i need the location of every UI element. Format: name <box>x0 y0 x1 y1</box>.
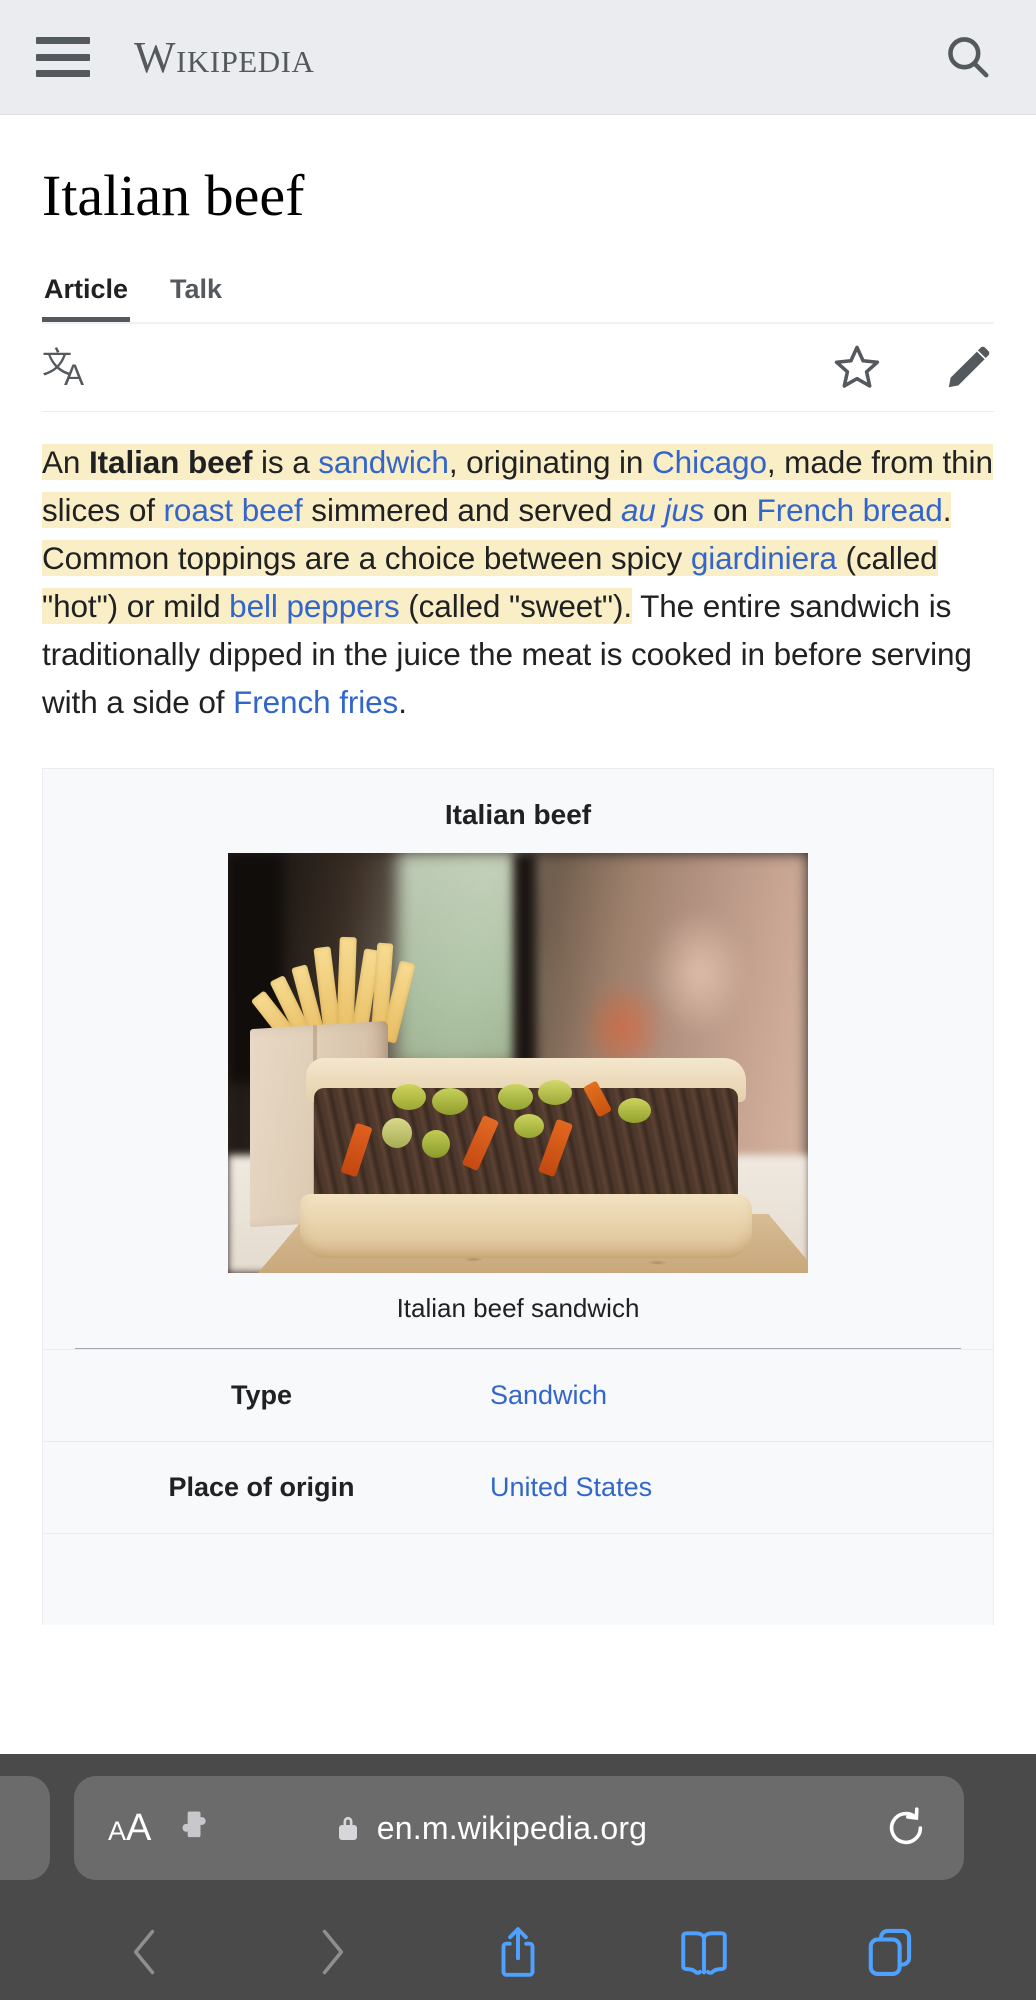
lead-text: (called "sweet"). <box>399 587 632 624</box>
link-french-fries[interactable]: French fries <box>233 684 398 720</box>
hamburger-bar <box>36 37 90 44</box>
photo-bun-bottom <box>300 1193 752 1258</box>
text-size-small-a: A <box>108 1815 127 1846</box>
lead-text: . <box>398 683 407 720</box>
lead-text: is a <box>252 443 319 480</box>
infobox-image-wrap <box>43 852 993 1273</box>
hamburger-bar <box>36 53 90 61</box>
safari-tab-strip: AA en.m.wikipedia.org <box>0 1754 1036 1904</box>
extensions-puzzle-icon[interactable] <box>173 1806 217 1850</box>
tab-article[interactable]: Article <box>42 274 130 322</box>
infobox-value-link[interactable]: United States <box>480 1450 993 1525</box>
svg-text:A: A <box>64 359 84 391</box>
article-content: Italian beef Article Talk 文 A An Italian… <box>0 163 1036 1625</box>
photo-giardiniera <box>382 1117 412 1148</box>
hamburger-bar <box>36 70 90 77</box>
text-size-big-a: A <box>126 1806 152 1849</box>
reload-icon[interactable] <box>882 1804 930 1852</box>
lead-bold-term: Italian beef <box>88 443 253 480</box>
lock-icon <box>338 1816 357 1840</box>
safari-bottom-chrome: AA en.m.wikipedia.org <box>0 1754 1036 2000</box>
url-text: en.m.wikipedia.org <box>376 1809 648 1846</box>
infobox-row-truncated <box>43 1532 993 1625</box>
photo-giardiniera <box>422 1129 450 1158</box>
photo-giardiniera <box>498 1083 533 1110</box>
search-icon[interactable] <box>936 25 1000 89</box>
back-button[interactable] <box>52 1924 238 1980</box>
edit-pencil-icon[interactable] <box>944 342 994 392</box>
photo-bg-pillar <box>514 852 536 1068</box>
lead-text: on <box>704 491 757 528</box>
watch-star-icon[interactable] <box>832 342 882 392</box>
safari-adjacent-tab[interactable] <box>0 1776 50 1880</box>
page-title: Italian beef <box>42 163 305 228</box>
tabs-button[interactable] <box>798 1924 984 1980</box>
article-actionbar: 文 A <box>42 324 994 412</box>
link-french-bread[interactable]: French bread <box>757 492 943 528</box>
photo-giardiniera <box>514 1113 544 1138</box>
language-icon[interactable]: 文 A <box>42 343 98 391</box>
link-chicago[interactable]: Chicago <box>652 444 767 480</box>
link-roast-beef[interactable]: roast beef <box>164 492 303 528</box>
lead-text: , originating in <box>448 443 652 480</box>
tab-talk[interactable]: Talk <box>168 274 224 322</box>
infobox-row-type: Type Sandwich <box>43 1348 993 1441</box>
infobox-title: Italian beef <box>444 798 592 830</box>
photo-giardiniera <box>432 1087 468 1115</box>
lead-paragraph: An Italian beef is a sandwich, originati… <box>42 438 994 726</box>
link-au-jus[interactable]: au jus <box>621 492 705 528</box>
wikipedia-header: Wikipedia <box>0 0 1036 115</box>
photo-giardiniera <box>538 1079 572 1105</box>
lead-text: simmered and served <box>302 491 621 528</box>
hamburger-menu-icon[interactable] <box>36 37 90 77</box>
wikipedia-wordmark[interactable]: Wikipedia <box>134 32 314 83</box>
link-bell-peppers[interactable]: bell peppers <box>229 588 400 624</box>
safari-navbar <box>0 1904 1036 2000</box>
safari-url-bar[interactable]: AA en.m.wikipedia.org <box>74 1776 964 1880</box>
photo-sandwich <box>300 1057 752 1258</box>
link-sandwich[interactable]: sandwich <box>318 444 449 480</box>
infobox-caption: Italian beef sandwich <box>396 1292 640 1323</box>
infobox-key: Type <box>230 1379 292 1410</box>
infobox-key: Place of origin <box>168 1471 355 1502</box>
text-size-button[interactable]: AA <box>108 1807 151 1850</box>
url-display[interactable]: en.m.wikipedia.org <box>335 1810 647 1847</box>
article-tabbar: Article Talk <box>42 274 994 324</box>
mobile-browser-viewport: Wikipedia Italian beef Article Talk 文 A <box>0 0 1036 2000</box>
infobox: Italian beef Italian beef sandwich Type … <box>42 767 994 1625</box>
bookmarks-button[interactable] <box>611 1925 797 1979</box>
share-button[interactable] <box>425 1923 611 1981</box>
photo-giardiniera <box>618 1097 651 1123</box>
photo-giardiniera <box>392 1083 426 1110</box>
link-giardiniera[interactable]: giardiniera <box>691 540 837 576</box>
infobox-row-place-of-origin: Place of origin United States <box>43 1440 993 1533</box>
italian-beef-photo[interactable] <box>228 852 808 1273</box>
infobox-value-link[interactable]: Sandwich <box>480 1358 993 1433</box>
forward-button[interactable] <box>238 1924 424 1980</box>
lead-text: An <box>42 443 89 480</box>
